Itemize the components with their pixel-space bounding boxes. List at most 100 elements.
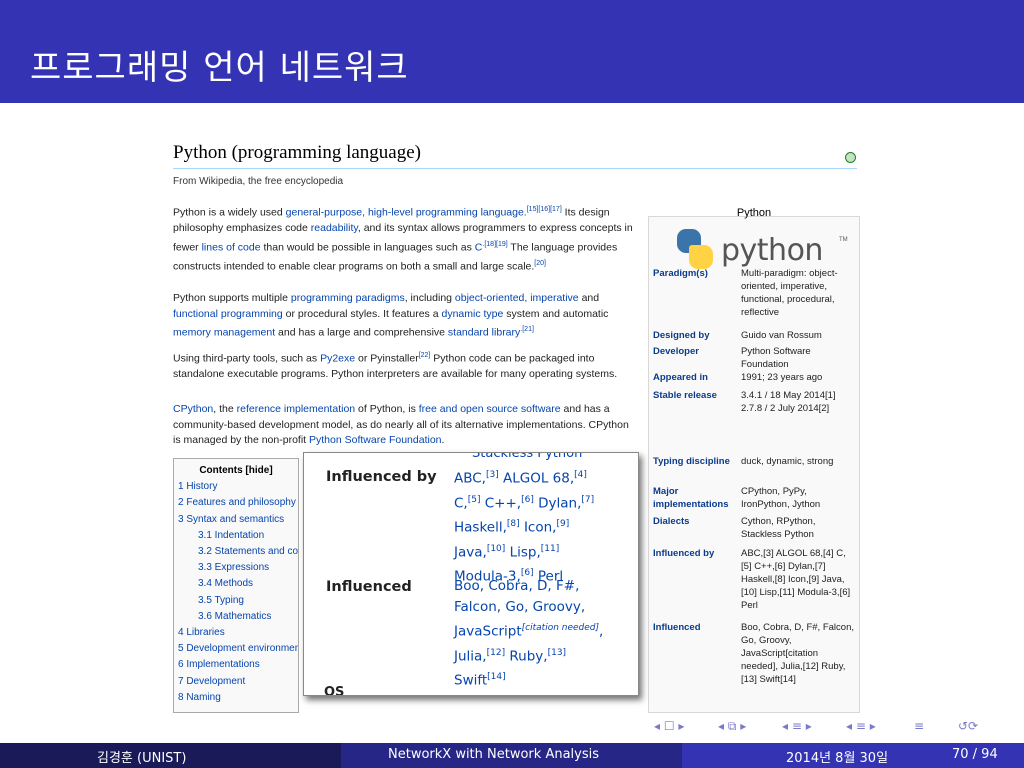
toc-item[interactable]: 8 Naming (174, 690, 298, 706)
nav-toc-icon[interactable]: ≡ (914, 719, 924, 733)
language-link[interactable]: Julia, (454, 648, 487, 664)
wiki-link[interactable]: dynamic type (441, 308, 503, 320)
infobox-title: Python (736, 207, 772, 219)
infobox-row-value: Boo, Cobra, D, F#, Falcon, Go, Groovy, J… (741, 622, 854, 685)
influence-line: Haskell,[8] Icon,[9] (454, 514, 634, 539)
infobox-row-value: Guido van Rossum (741, 330, 822, 341)
citation-superscript: [15][16][17] (526, 206, 562, 213)
footer-author: 김경훈 (UNIST) (97, 751, 187, 766)
citation-needed-note[interactable]: [citation needed] (522, 623, 599, 633)
toc-item[interactable]: 3 Syntax and semantics (174, 512, 298, 528)
wiki-link[interactable]: Py2exe (320, 353, 355, 365)
influenced-list: Boo, Cobra, D, F#, Falcon, Go, Groovy, Jav… (454, 576, 634, 692)
language-link[interactable]: Falcon, Go, Groovy, (454, 599, 585, 615)
globe-icon (845, 152, 856, 163)
wiki-link[interactable]: object-oriented, imperative (455, 292, 579, 304)
wiki-link[interactable]: standard library (448, 327, 520, 339)
article-source-line: From Wikipedia, the free encyclopedia (173, 176, 344, 187)
citation-superscript[interactable]: [3] (486, 470, 499, 480)
toc-item[interactable]: 3.1 Indentation (174, 528, 298, 544)
zoom-top-fragment: Stackless Python (472, 452, 583, 461)
toc-item[interactable]: 6 Implementations (174, 657, 298, 673)
language-link[interactable]: C++, (480, 495, 521, 511)
slide-title: 프로그래밍 언어 네트워크 (30, 48, 409, 88)
language-link[interactable]: Lisp, (505, 544, 541, 560)
language-link[interactable]: Haskell, (454, 520, 507, 536)
text-run: or procedural styles. It features a (282, 307, 442, 320)
infobox-row-label: Appeared in (653, 372, 708, 383)
toc-item[interactable]: 7 Development (174, 674, 298, 690)
toc-title: Contents [hide] (199, 465, 273, 476)
influence-line: Boo, Cobra, D, F#, (454, 576, 634, 597)
language-link[interactable]: Java, (454, 544, 487, 560)
citation-superscript[interactable]: [9] (556, 519, 569, 529)
footer-talk-title: NetworkX with Network Analysis (388, 747, 600, 762)
wiki-link[interactable]: free and open source software (419, 403, 561, 415)
toc-item[interactable]: 5 Development environments (174, 641, 298, 657)
toc-item[interactable]: 3.5 Typing (174, 593, 298, 609)
wiki-link[interactable]: functional programming (173, 308, 283, 320)
citation-superscript[interactable]: [13] (548, 648, 566, 658)
language-link[interactable]: JavaScript (454, 624, 522, 640)
footer-date-panel: 2014년 8월 30일 70 / 94 (682, 743, 1024, 768)
nav-section-icon[interactable]: ◂ ≡ ▸ (782, 719, 812, 733)
citation-superscript[interactable]: [12] (487, 648, 505, 658)
wiki-link[interactable]: readability (311, 222, 358, 234)
python-snake-icon (677, 229, 713, 269)
citation-superscript[interactable]: [14] (487, 672, 505, 682)
citation-superscript[interactable]: [4] (574, 470, 587, 480)
wiki-link[interactable]: programming paradigms (291, 292, 405, 304)
python-logo-trademark: TM (839, 237, 848, 243)
influence-line: C,[5] C++,[6] Dylan,[7] (454, 490, 634, 515)
language-link[interactable]: Dylan, (534, 495, 581, 511)
citation-superscript[interactable]: [8] (507, 519, 520, 529)
zoomed-infobox-callout: Stackless Python Influenced by ABC,[3] A… (303, 452, 639, 696)
toc-item[interactable]: 3.3 Expressions (174, 560, 298, 576)
language-link[interactable]: Swift (454, 673, 487, 689)
influence-line: JavaScript[citation needed], (454, 618, 634, 643)
citation-superscript: .[21] (520, 326, 534, 333)
toc-item[interactable]: 3.4 Methods (174, 576, 298, 592)
slide-header: 프로그래밍 언어 네트워크 (0, 0, 1024, 103)
nav-frame-prev-icon[interactable]: ◂ ☐ ▸ (654, 719, 684, 733)
wiki-link[interactable]: reference implementation (237, 403, 355, 415)
toc-item[interactable]: 2 Features and philosophy (174, 495, 298, 511)
wiki-link[interactable]: lines of code (202, 241, 261, 253)
infobox-row-value: duck, dynamic, strong (741, 456, 834, 467)
toc-item[interactable]: 4 Libraries (174, 625, 298, 641)
citation-superscript[interactable]: [5] (468, 495, 481, 505)
infobox-row-label: Influenced by (653, 548, 715, 559)
toc-item[interactable]: 3.6 Mathematics (174, 609, 298, 625)
language-link[interactable]: Boo, Cobra, D, F#, (454, 578, 579, 594)
wiki-link[interactable]: general-purpose, high-level programming … (286, 207, 527, 219)
intro-paragraph-1: Python is a widely used general-purpose,… (173, 202, 633, 275)
influence-line: Swift[14] (454, 667, 634, 692)
language-link[interactable]: Ruby, (505, 648, 547, 664)
python-logo-wordmark: python (721, 233, 823, 268)
text-run: or Pyinstaller (355, 352, 419, 365)
nav-slide-icon[interactable]: ◂ ≡ ▸ (846, 719, 876, 733)
infobox: Python python TM Paradigm(s) Multi-paradi… (648, 207, 860, 713)
citation-superscript[interactable]: [11] (541, 544, 559, 554)
text-run: , the (213, 403, 237, 415)
toc-item[interactable]: 3.2 Statements and control flow (174, 544, 298, 560)
infobox-row-label: Designed by (653, 330, 710, 341)
wiki-link[interactable]: Python Software Foundation (309, 434, 442, 446)
wiki-link[interactable]: CPython (173, 403, 213, 415)
influenced-by-label: Influenced by (326, 469, 437, 485)
language-link[interactable]: C, (454, 495, 468, 511)
intro-paragraph-3: Using third-party tools, such as Py2exe … (173, 348, 633, 383)
toc-item[interactable]: 1 History (174, 479, 298, 495)
nav-subsection-icon[interactable]: ◂ ⧉ ▸ (718, 719, 746, 734)
language-link[interactable]: Icon, (520, 520, 557, 536)
citation-superscript[interactable]: [10] (487, 544, 505, 554)
wiki-link[interactable]: memory management (173, 327, 275, 339)
language-link[interactable]: , (599, 624, 603, 640)
language-link[interactable]: ALGOL 68, (499, 471, 574, 487)
nav-search-icon[interactable]: ↺⟳ (958, 719, 978, 733)
citation-superscript[interactable]: [7] (581, 495, 594, 505)
language-link[interactable]: ABC, (454, 471, 486, 487)
infobox-row-label: Developer (653, 346, 699, 357)
citation-superscript[interactable]: [6] (521, 495, 534, 505)
slide-footer: 김경훈 (UNIST) NetworkX with Network Analys… (0, 743, 1024, 768)
